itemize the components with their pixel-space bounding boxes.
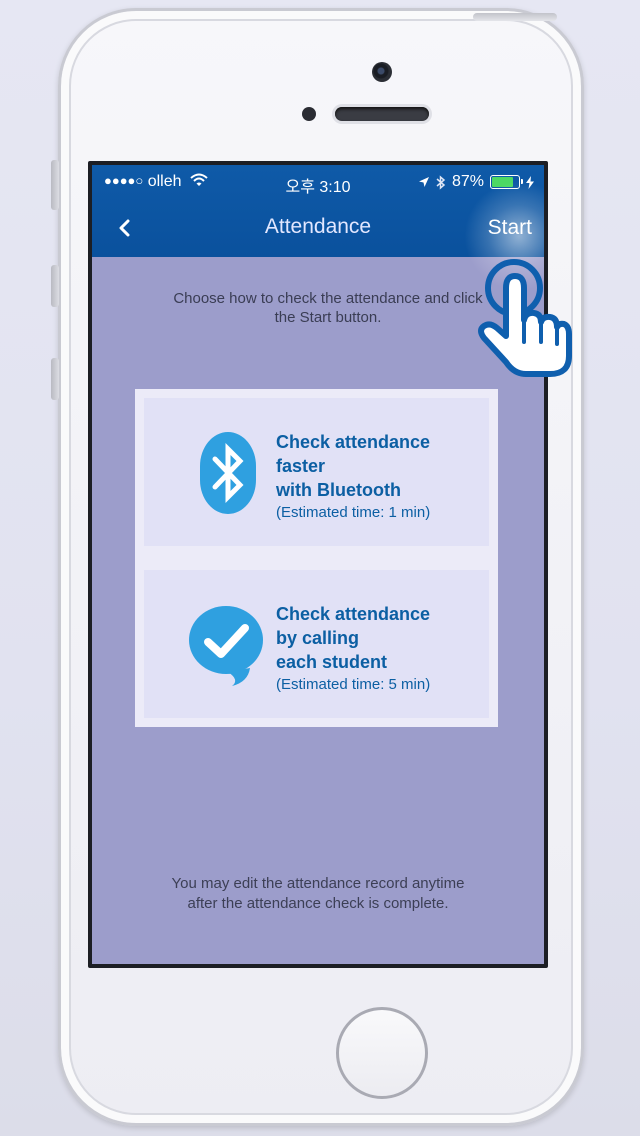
battery-percent: 87% bbox=[451, 173, 484, 190]
bluetooth-status-icon bbox=[436, 174, 446, 190]
pointing-hand-icon bbox=[478, 259, 572, 377]
checkmark-bubble-icon bbox=[189, 606, 263, 686]
bluetooth-icon bbox=[200, 432, 256, 514]
option-calling-text: Check attendance by calling each student… bbox=[276, 602, 430, 695]
option-bluetooth[interactable]: Check attendance faster with Bluetooth (… bbox=[144, 398, 489, 546]
power-button bbox=[473, 13, 557, 21]
volume-up-button bbox=[51, 265, 59, 307]
options-panel: Check attendance faster with Bluetooth (… bbox=[135, 389, 498, 727]
volume-down-button bbox=[51, 358, 59, 400]
navigation-bar: Attendance Start bbox=[92, 181, 544, 291]
earpiece-speaker bbox=[335, 107, 429, 121]
status-bar: ●●●●○ olleh 오후 3:10 87% bbox=[92, 165, 544, 201]
front-camera bbox=[372, 62, 392, 82]
option-title: Check attendance faster with Bluetooth bbox=[276, 432, 431, 500]
footer-note: You may edit the attendance record anyti… bbox=[171, 875, 465, 912]
option-estimate: (Estimated time: 5 min) bbox=[276, 676, 431, 693]
option-estimate: (Estimated time: 1 min) bbox=[276, 504, 431, 521]
location-arrow-icon bbox=[418, 177, 429, 187]
mute-switch bbox=[51, 160, 59, 210]
home-button[interactable] bbox=[336, 1007, 428, 1099]
option-title: Check attendance by calling each student bbox=[276, 604, 431, 672]
top-bar: ●●●●○ olleh 오후 3:10 87% Attendance Start bbox=[92, 165, 544, 291]
option-calling[interactable]: Check attendance by calling each student… bbox=[144, 570, 489, 718]
option-bluetooth-text: Check attendance faster with Bluetooth (… bbox=[276, 430, 430, 523]
start-button[interactable]: Start bbox=[488, 216, 532, 240]
proximity-sensor bbox=[302, 107, 316, 121]
